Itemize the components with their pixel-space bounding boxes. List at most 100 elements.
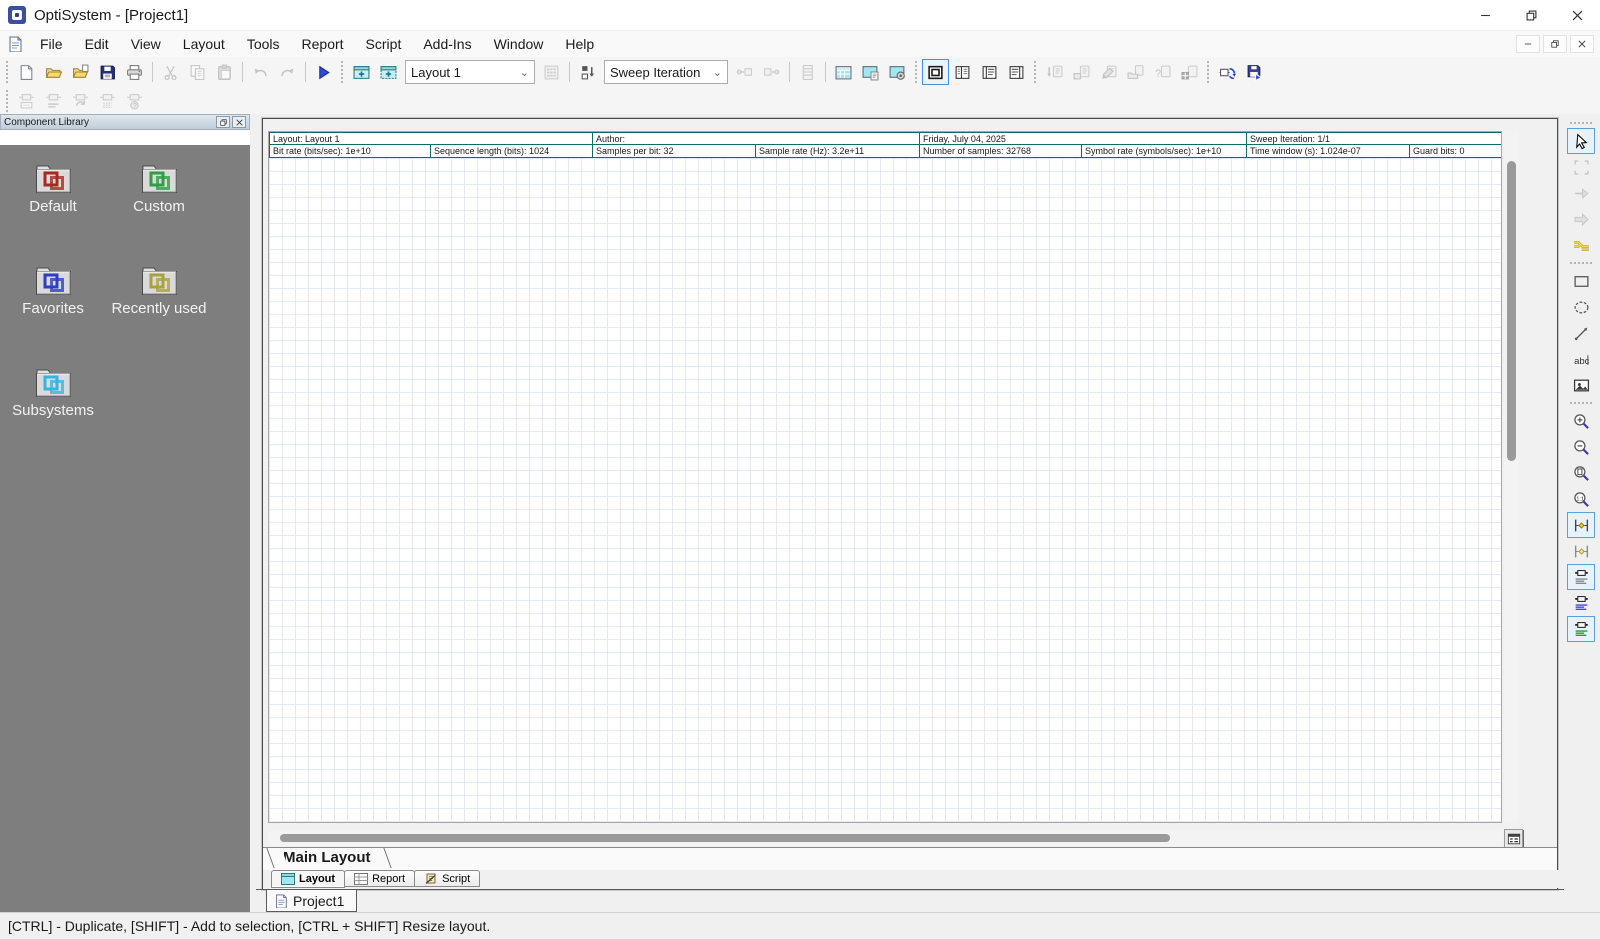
horizontal-scrollbar-thumb[interactable]	[280, 834, 1170, 842]
menu-window[interactable]: Window	[483, 33, 555, 55]
zoom-page-icon[interactable]	[1567, 460, 1595, 486]
show-connections-icon[interactable]	[1567, 232, 1595, 258]
script-help-icon[interactable]	[1149, 59, 1176, 85]
save-components-icon[interactable]	[1241, 59, 1268, 85]
script-run-icon[interactable]	[1041, 59, 1068, 85]
component-library-title: Component Library	[4, 117, 89, 128]
zoom-in-icon[interactable]	[1567, 408, 1595, 434]
move-tool-icon[interactable]	[1567, 206, 1595, 232]
autoconnect-off-icon[interactable]	[1567, 538, 1595, 564]
script-open-icon[interactable]	[1122, 59, 1149, 85]
import-icon[interactable]	[67, 59, 94, 85]
calculate-play-icon[interactable]	[310, 59, 337, 85]
layout-header-cell: Friday, July 04, 2025	[920, 132, 1247, 145]
previous-sweep-icon[interactable]	[731, 59, 758, 85]
calculate-layout-icon[interactable]	[538, 59, 565, 85]
script-edit-icon[interactable]	[1095, 59, 1122, 85]
layout-grid-icon[interactable]	[1504, 829, 1523, 848]
main-layout-tab[interactable]: Main Layout	[279, 848, 379, 868]
menu-help[interactable]: Help	[554, 33, 605, 55]
layout-canvas[interactable]: Layout: Layout 1Author:Friday, July 04, …	[268, 131, 1502, 823]
show-labels-icon[interactable]	[1567, 564, 1595, 590]
menu-tools[interactable]: Tools	[236, 33, 291, 55]
mdi-close-icon[interactable]	[1570, 35, 1594, 53]
menu-report[interactable]: Report	[291, 33, 355, 55]
view-script-icon[interactable]	[1003, 59, 1030, 85]
mdi-minimize-icon[interactable]	[1516, 35, 1540, 53]
layout-editor-icon[interactable]	[830, 59, 857, 85]
view-layout-icon[interactable]	[922, 59, 949, 85]
toolbar-grip	[1570, 121, 1592, 125]
menu-edit[interactable]: Edit	[74, 33, 120, 55]
next-sweep-icon[interactable]	[758, 59, 785, 85]
save-icon[interactable]	[94, 59, 121, 85]
library-recently-used[interactable]: Recently used	[106, 261, 212, 363]
insert-image-icon[interactable]	[1567, 372, 1595, 398]
view-report-icon[interactable]	[976, 59, 1003, 85]
restore-icon[interactable]	[1508, 0, 1554, 30]
paste-icon[interactable]	[211, 59, 238, 85]
duplicate-layout-icon[interactable]	[375, 59, 402, 85]
open-icon[interactable]	[40, 59, 67, 85]
component-label-icon[interactable]	[13, 88, 40, 114]
library-custom[interactable]: Custom	[106, 159, 212, 261]
vertical-scrollbar[interactable]	[1504, 131, 1519, 823]
tab-script[interactable]: Script	[414, 870, 480, 887]
tab-report[interactable]: Report	[344, 870, 415, 887]
show-parameters-icon[interactable]	[1567, 616, 1595, 642]
component-help-icon[interactable]	[121, 88, 148, 114]
library-favorites[interactable]: Favorites	[0, 261, 106, 363]
layout-properties-icon[interactable]	[884, 59, 911, 85]
library-folder-label: Favorites	[22, 300, 84, 317]
connect-tool-icon[interactable]	[1567, 180, 1595, 206]
layout-select[interactable]: Layout 1⌄	[405, 60, 535, 84]
component-refresh-icon[interactable]	[67, 88, 94, 114]
redo-icon[interactable]	[274, 59, 301, 85]
tab-layout[interactable]: Layout	[271, 870, 345, 888]
menu-view[interactable]: View	[120, 33, 172, 55]
mdi-restore-icon[interactable]	[1543, 35, 1567, 53]
pane-menu-icon[interactable]	[216, 116, 230, 128]
component-generator-icon[interactable]	[1214, 59, 1241, 85]
undo-icon[interactable]	[247, 59, 274, 85]
show-ports-icon[interactable]	[1567, 590, 1595, 616]
horizontal-scrollbar[interactable]	[268, 831, 1502, 846]
pane-close-icon[interactable]	[232, 116, 246, 128]
component-grid-icon[interactable]	[94, 88, 121, 114]
print-icon[interactable]	[121, 59, 148, 85]
document-icon[interactable]	[7, 36, 23, 52]
copy-icon[interactable]	[184, 59, 211, 85]
library-subsystems[interactable]: Subsystems	[0, 363, 106, 465]
new-layout-icon[interactable]	[348, 59, 375, 85]
vertical-scrollbar-thumb[interactable]	[1507, 161, 1516, 461]
menu-add-ins[interactable]: Add-Ins	[412, 33, 482, 55]
zoom-actual-icon[interactable]	[1567, 486, 1595, 512]
new-icon[interactable]	[13, 59, 40, 85]
draw-rectangle-icon[interactable]	[1567, 268, 1595, 294]
menu-layout[interactable]: Layout	[172, 33, 236, 55]
draw-line-icon[interactable]	[1567, 320, 1595, 346]
menu-script[interactable]: Script	[355, 33, 413, 55]
close-icon[interactable]	[1554, 0, 1600, 30]
select-tool-icon[interactable]	[1567, 128, 1595, 154]
sweep-table-icon[interactable]	[794, 59, 821, 85]
sweep-mode-icon[interactable]	[574, 59, 601, 85]
project-tab[interactable]: Project1	[266, 890, 357, 912]
minimize-icon[interactable]	[1462, 0, 1508, 30]
status-bar: [CTRL] - Duplicate, [SHIFT] - Add to sel…	[0, 912, 1600, 939]
select-region-icon[interactable]	[1567, 154, 1595, 180]
library-default[interactable]: Default	[0, 159, 106, 261]
script-component-icon[interactable]	[1068, 59, 1095, 85]
script-matlab-icon[interactable]	[1176, 59, 1203, 85]
cut-icon[interactable]	[157, 59, 184, 85]
sweep-iteration-select[interactable]: Sweep Iteration⌄	[604, 60, 728, 84]
layout-page-icon[interactable]	[857, 59, 884, 85]
draw-ellipse-icon[interactable]	[1567, 294, 1595, 320]
toolbar-separator	[825, 62, 826, 82]
autoconnect-on-icon[interactable]	[1567, 512, 1595, 538]
menu-file[interactable]: File	[29, 33, 74, 55]
zoom-out-icon[interactable]	[1567, 434, 1595, 460]
draw-text-icon[interactable]	[1567, 346, 1595, 372]
view-split-icon[interactable]	[949, 59, 976, 85]
component-lines-icon[interactable]	[40, 88, 67, 114]
